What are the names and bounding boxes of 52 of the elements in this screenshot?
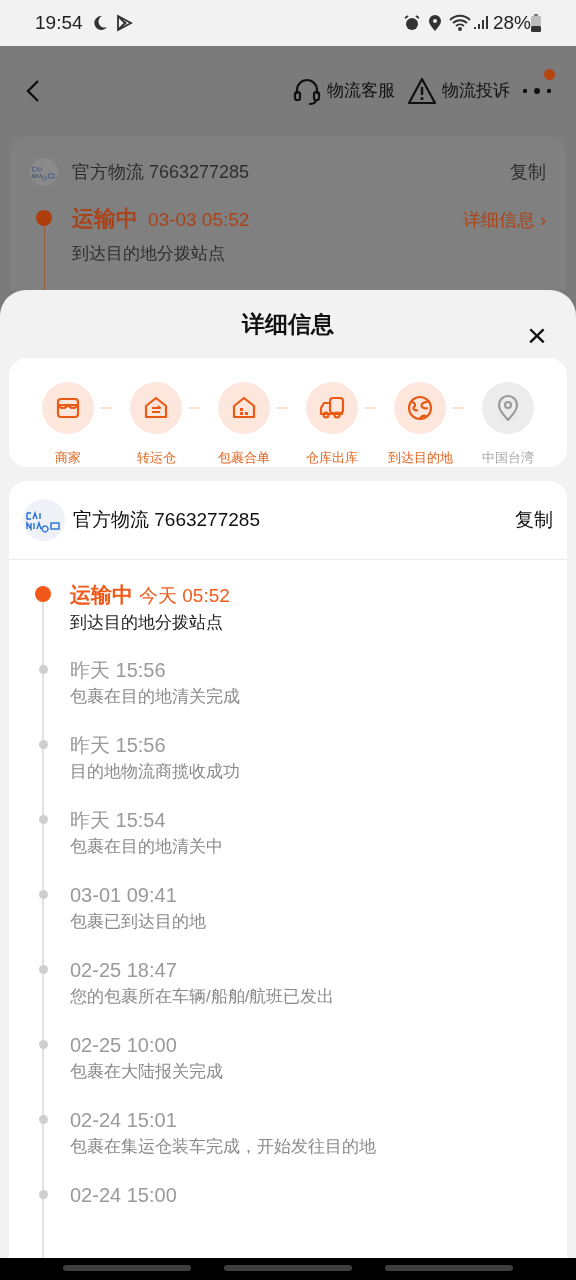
stage-label: 仓库出库: [306, 448, 358, 467]
event-time: 02-24 15:01: [70, 1108, 177, 1132]
carrier-logo-icon: [30, 158, 58, 186]
wifi-icon: [448, 14, 471, 32]
nav-bar-button[interactable]: [63, 1265, 191, 1271]
event-time: 02-25 10:00: [70, 1033, 177, 1057]
back-icon[interactable]: [24, 79, 42, 103]
signal-icon: [472, 15, 489, 31]
event-description: 包裹在目的地清关完成: [70, 686, 240, 708]
stage-label: 商家: [55, 448, 81, 467]
event-description: 包裹在大陆报关完成: [70, 1061, 223, 1083]
tracking-number: 官方物流 7663277285: [73, 507, 260, 532]
event-description: 包裹在目的地清关中: [70, 836, 223, 858]
nav-bar-button[interactable]: [224, 1265, 352, 1271]
event-time: 昨天 15:56: [70, 658, 166, 682]
location-icon: [426, 14, 443, 32]
status-label: 运输中: [70, 583, 133, 607]
copy-link[interactable]: 复制: [515, 505, 553, 535]
close-button[interactable]: ×: [522, 318, 552, 352]
headset-icon: [292, 76, 322, 106]
event-time: 今天 05:52: [139, 584, 230, 608]
event-time: 03-01 09:41: [70, 883, 177, 907]
event-description: 包裹在集运仓装车完成，开始发往目的地: [70, 1136, 376, 1158]
event-time: 昨天 15:54: [70, 808, 166, 832]
event-description: 目的地物流商揽收成功: [70, 761, 240, 783]
event-description: 到达目的地分拨站点: [70, 612, 224, 634]
event-description: 您的包裹所在车辆/船舶/航班已发出: [70, 986, 335, 1008]
stage-label: 包裹合单: [218, 448, 270, 467]
stage-label: 转运仓: [136, 448, 176, 467]
header-action[interactable]: 物流客服: [292, 76, 395, 106]
event-time: 昨天 15:56: [70, 733, 166, 757]
event-time: 02-25 18:47: [70, 958, 177, 982]
status-time: 19:54: [35, 10, 83, 35]
tracking-number: 官方物流 7663277285: [72, 160, 250, 184]
header-action[interactable]: 物流投诉: [407, 77, 510, 105]
more-icon[interactable]: [522, 87, 552, 95]
battery-percent: 28%: [492, 10, 531, 35]
sheet-title: 详细信息: [242, 309, 334, 339]
carrier-logo-icon: [23, 499, 65, 541]
status-time: 03-03 05:52: [148, 208, 250, 232]
nav-bar-button[interactable]: [385, 1265, 513, 1271]
play-store-icon: [114, 14, 133, 32]
stage-label: 到达目的地: [387, 448, 453, 467]
battery-icon: [531, 14, 541, 32]
status-label: 运输中: [72, 205, 138, 233]
event-time: 02-24 15:00: [70, 1183, 177, 1207]
alarm-icon: [402, 14, 421, 32]
stage-label: 中国台湾: [482, 448, 534, 467]
status-description: 到达目的地分拨站点: [72, 243, 226, 265]
event-description: 包裹已到达目的地: [70, 911, 206, 933]
warning-icon: [407, 77, 437, 105]
copy-link[interactable]: 复制: [510, 158, 546, 186]
